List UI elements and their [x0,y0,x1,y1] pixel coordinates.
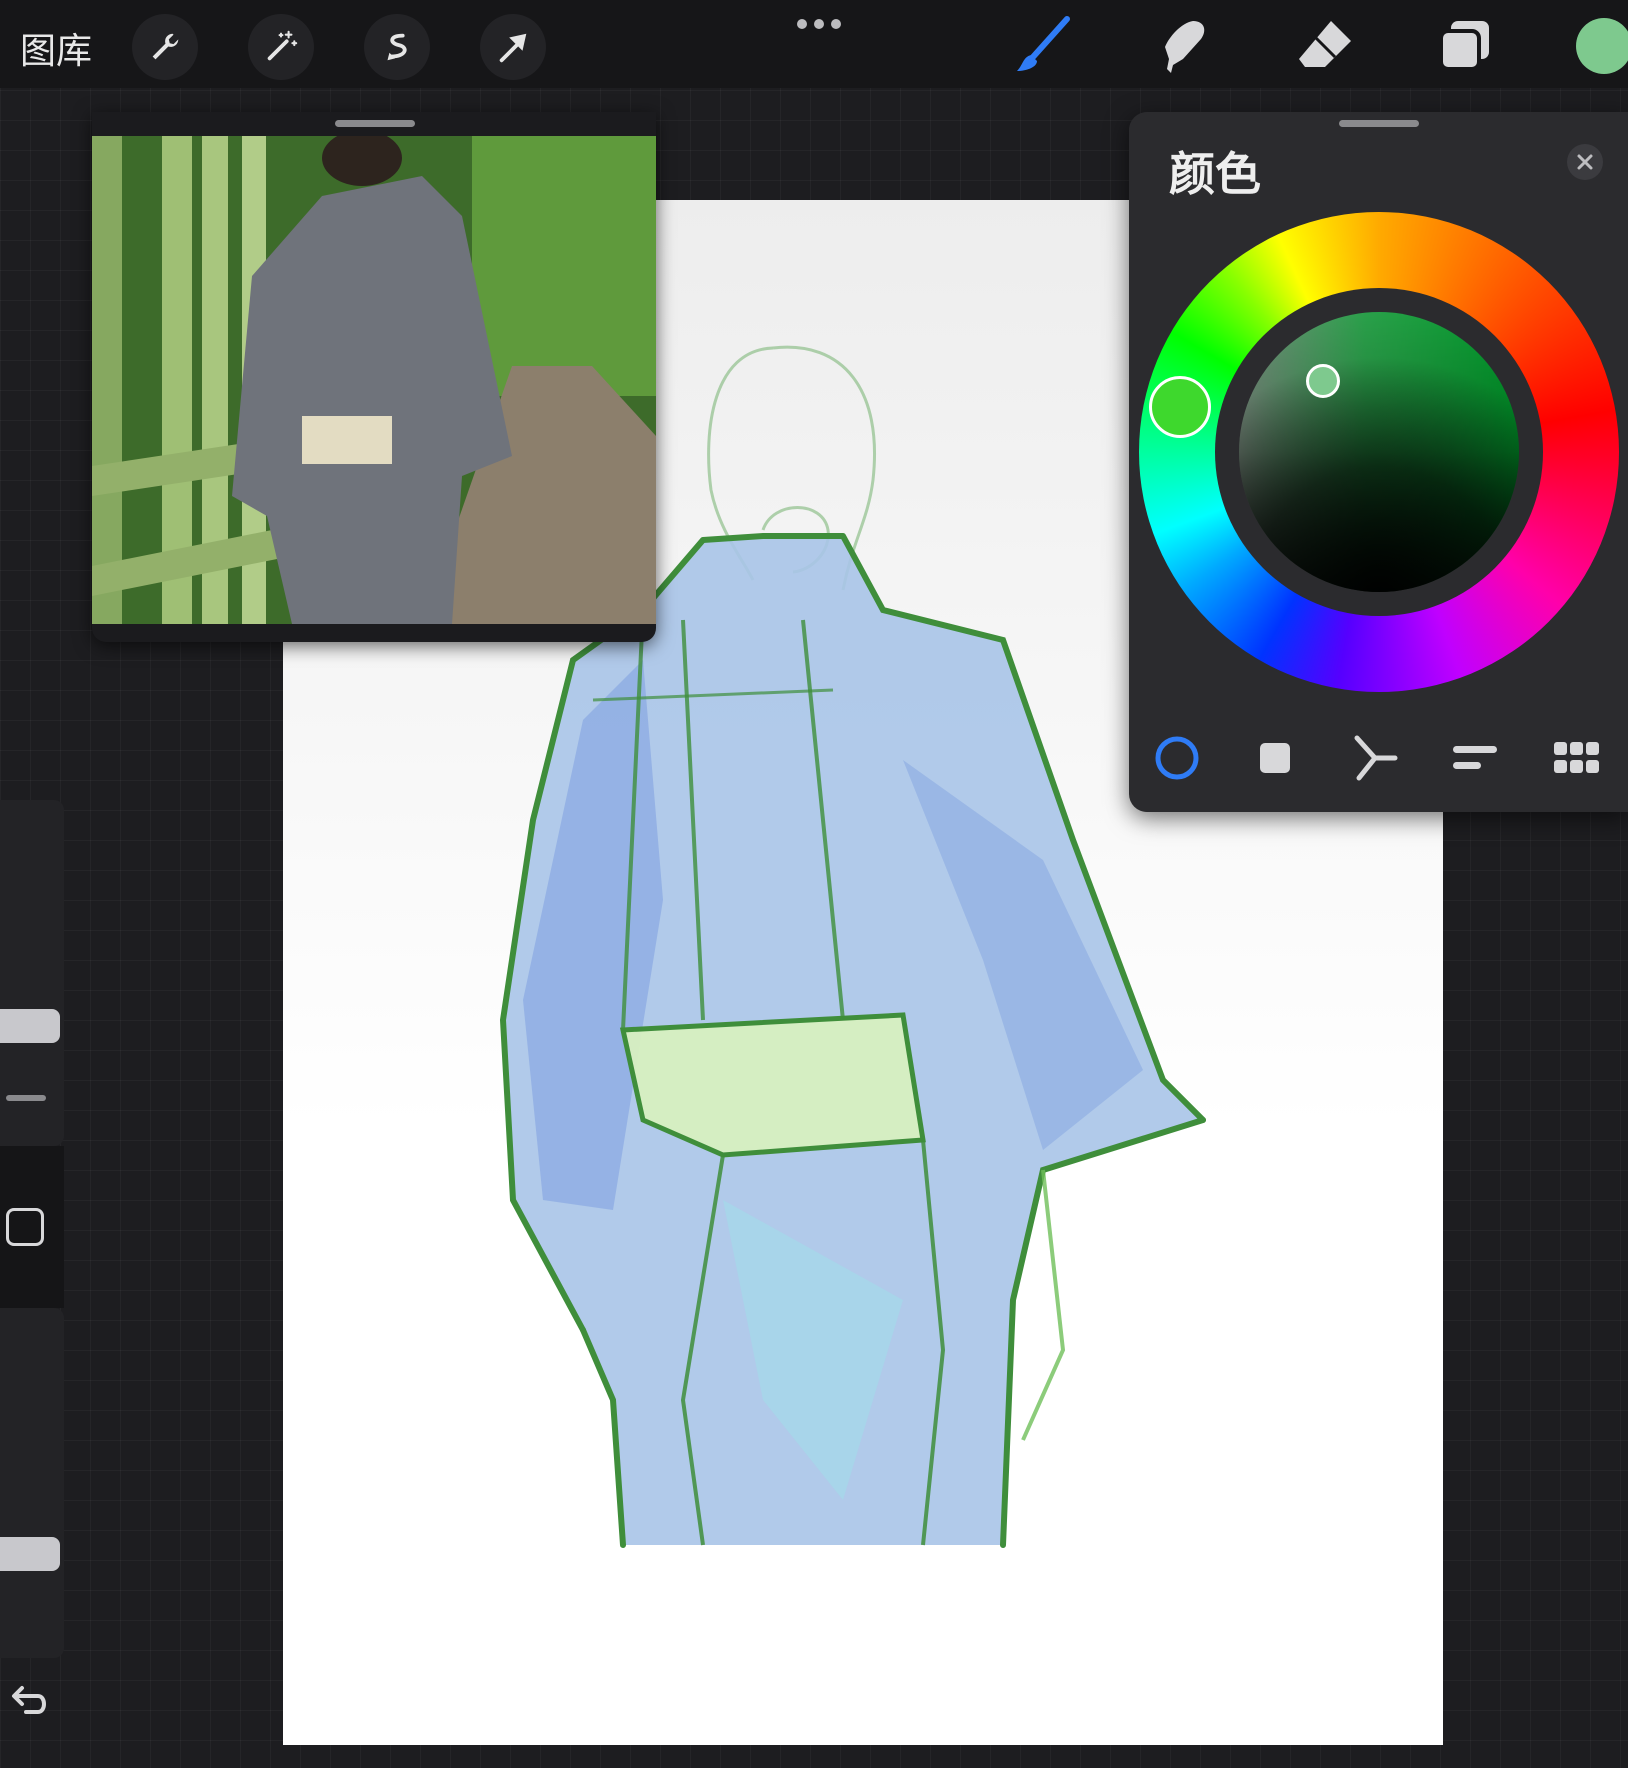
magic-wand-icon [267,30,298,61]
top-toolbar: 图库 [0,0,1628,88]
smudge-icon [1165,21,1205,73]
more-options-icon[interactable] [796,18,842,30]
disc-icon [1155,736,1199,780]
reference-photo [92,136,656,624]
wrench-icon [152,33,179,60]
current-color-button[interactable] [1576,18,1628,74]
color-panel: 颜色 [1129,112,1628,812]
brush-size-thumb[interactable] [0,1009,60,1043]
tab-value[interactable] [1447,730,1503,786]
sidebar-divider [6,1095,46,1101]
transform-button[interactable] [480,14,546,80]
transform-arrow-icon [499,33,527,63]
layers-icon [1439,21,1489,71]
undo-icon[interactable] [6,1680,50,1724]
saturation-brightness-disc[interactable] [1239,312,1519,592]
modify-square-icon[interactable] [6,1208,44,1246]
value-sliders-icon [1453,746,1497,769]
color-panel-close-button[interactable] [1567,144,1603,180]
harmony-icon [1354,735,1398,781]
actions-button[interactable] [132,14,198,80]
left-sidebar [0,800,66,1768]
color-panel-drag-handle[interactable] [1339,120,1419,127]
selection-icon [387,33,407,61]
palettes-grid-icon [1554,742,1599,773]
tab-disc[interactable] [1149,730,1205,786]
tab-classic[interactable] [1247,730,1303,786]
opacity-slider[interactable] [0,1308,64,1658]
brush-icon [1017,16,1070,71]
smudge-tool-button[interactable] [1148,10,1218,80]
classic-square-icon [1260,743,1290,773]
brush-tool-button[interactable] [1008,10,1078,80]
adjustments-button[interactable] [248,14,314,80]
tab-palettes[interactable] [1549,730,1605,786]
eraser-icon [1299,21,1351,67]
layers-button[interactable] [1430,10,1500,80]
hue-selector-knob[interactable] [1149,376,1211,438]
reference-drag-handle[interactable] [335,120,415,127]
close-icon [1577,154,1593,170]
color-selector-knob[interactable] [1306,364,1340,398]
selection-button[interactable] [364,14,430,80]
opacity-thumb[interactable] [0,1537,60,1571]
color-panel-title: 颜色 [1169,147,1261,201]
tab-harmony[interactable] [1347,730,1403,786]
gallery-button[interactable]: 图库 [20,22,92,74]
eraser-tool-button[interactable] [1290,10,1360,80]
reference-window[interactable] [92,112,656,642]
